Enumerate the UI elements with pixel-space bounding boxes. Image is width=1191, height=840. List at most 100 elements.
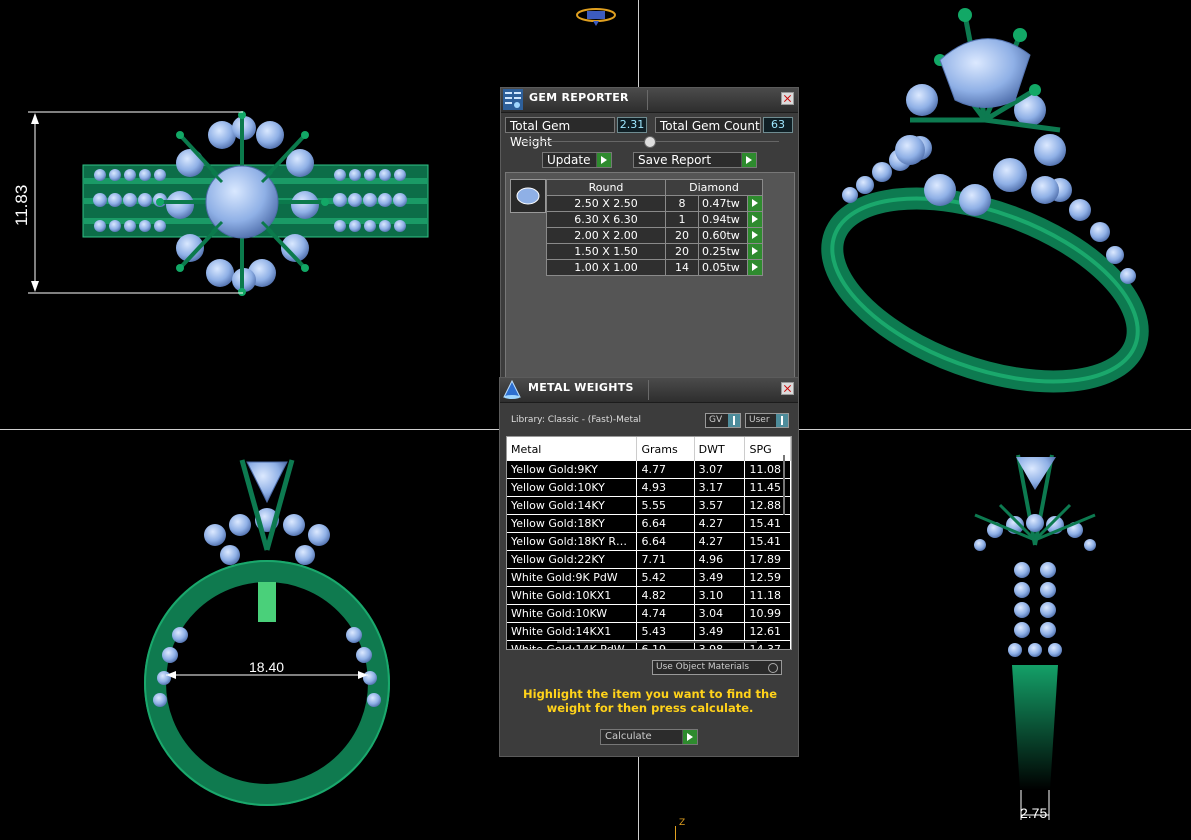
gem-count: 14	[665, 259, 699, 276]
metal-grams: 5.55	[636, 496, 695, 515]
gem-row-go-button[interactable]	[747, 259, 763, 276]
splitter-knob-icon[interactable]	[644, 136, 656, 148]
gem-material-header: Diamond	[665, 179, 763, 196]
gem-row-go-button[interactable]	[747, 227, 763, 244]
use-object-materials-label: Use Object Materials	[656, 662, 750, 672]
metal-grams: 4.74	[636, 604, 695, 623]
grams-col-header[interactable]: Grams	[636, 437, 695, 461]
metal-dwt: 4.96	[694, 550, 746, 569]
height-dimension-label: 11.83	[12, 185, 31, 226]
metal-name: White Gold:10KW	[507, 604, 638, 623]
metal-row[interactable]: Yellow Gold:18KY R… 6.64 4.27 15.41	[507, 532, 791, 551]
metal-name: Yellow Gold:22KY	[507, 550, 638, 569]
metal-list[interactable]: Metal Grams DWT SPG Yellow Gold:9KY 4.77 3…	[506, 436, 792, 650]
gem-thumbnail[interactable]	[510, 179, 546, 213]
dwt-col-header[interactable]: DWT	[694, 437, 746, 461]
metal-row[interactable]: White Gold:14KX1 5.43 3.49 12.61	[507, 622, 791, 641]
metal-row[interactable]: Yellow Gold:10KY 4.93 3.17 11.45	[507, 478, 791, 497]
metal-weights-titlebar[interactable]: METAL WEIGHTS	[500, 378, 798, 403]
metal-col-header[interactable]: Metal	[507, 437, 638, 461]
gem-weight: 0.60tw	[698, 227, 748, 244]
save-report-button[interactable]: Save Report	[633, 152, 757, 168]
metal-row[interactable]: Yellow Gold:9KY 4.77 3.07 11.08	[507, 461, 791, 479]
metal-row[interactable]: White Gold:9K PdW 5.42 3.49 12.59	[507, 568, 791, 587]
total-gem-weight-value: 2.31	[617, 117, 647, 133]
axis-z-label: Z	[679, 818, 686, 828]
gv-toggle[interactable]: GV	[705, 413, 741, 428]
use-object-materials-toggle[interactable]: Use Object Materials	[652, 660, 782, 675]
metal-weights-close-button[interactable]	[781, 382, 794, 395]
metal-grams: 6.64	[636, 532, 695, 551]
metal-spg: 11.18	[744, 586, 791, 605]
toggle-icon	[776, 414, 788, 427]
metal-spg: 12.59	[744, 568, 791, 587]
metal-weights-icon	[503, 379, 521, 399]
metal-weights-hint: Highlight the item you want to find the …	[523, 687, 777, 715]
play-icon	[596, 153, 611, 167]
gem-size: 2.00 X 2.00	[546, 227, 666, 244]
metal-dwt: 3.17	[694, 478, 746, 497]
width-dimension-label: 18.40	[249, 659, 284, 675]
gem-row-go-button[interactable]	[747, 195, 763, 212]
metal-spg: 15.41	[744, 514, 791, 533]
metal-grams: 5.42	[636, 568, 695, 587]
viewport-side[interactable]: 2.75	[960, 445, 1120, 835]
metal-row[interactable]: Yellow Gold:18KY 6.64 4.27 15.41	[507, 514, 791, 533]
gem-row[interactable]: 2.50 X 2.50 8 0.47tw	[546, 195, 763, 212]
radio-icon	[768, 663, 778, 673]
gem-reporter-titlebar[interactable]: GEM REPORTER	[501, 88, 798, 113]
play-icon	[741, 153, 756, 167]
library-label: Library: Classic - (Fast)-Metal	[511, 415, 642, 425]
metal-grams: 4.93	[636, 478, 695, 497]
gem-row[interactable]: 2.00 X 2.00 20 0.60tw	[546, 227, 763, 244]
metal-list-vertical-scrollbar[interactable]	[783, 455, 785, 515]
gem-reporter-close-button[interactable]	[781, 92, 794, 105]
axis-indicator: Z	[675, 818, 687, 840]
gem-count: 1	[665, 211, 699, 228]
gem-row-go-button[interactable]	[747, 211, 763, 228]
metal-dwt: 3.49	[694, 622, 746, 641]
viewport-perspective[interactable]	[810, 0, 1191, 420]
gv-toggle-label: GV	[709, 415, 723, 425]
metal-dwt: 3.04	[694, 604, 746, 623]
metal-name: Yellow Gold:10KY	[507, 478, 638, 497]
metal-spg: 10.99	[744, 604, 791, 623]
metal-dwt: 3.07	[694, 461, 746, 479]
play-icon	[682, 730, 697, 744]
viewport-top[interactable]: 11.83	[0, 0, 500, 420]
calculate-button[interactable]: Calculate	[600, 729, 698, 745]
metal-row[interactable]: White Gold:10KW 4.74 3.04 10.99	[507, 604, 791, 623]
gem-row[interactable]: 1.00 X 1.00 14 0.05tw	[546, 259, 763, 276]
viewport-front[interactable]: 18.40	[130, 440, 410, 810]
metal-dwt: 4.27	[694, 514, 746, 533]
splitter-handle[interactable]	[521, 136, 779, 148]
gem-row-go-button[interactable]	[747, 243, 763, 260]
update-button-label: Update	[547, 153, 591, 167]
gem-count: 20	[665, 243, 699, 260]
gem-weight: 0.94tw	[698, 211, 748, 228]
user-toggle[interactable]: User	[745, 413, 789, 428]
metal-row[interactable]: Yellow Gold:14KY 5.55 3.57 12.88	[507, 496, 791, 515]
gem-reporter-panel: GEM REPORTER Total Gem Weight 2.31 Total…	[500, 87, 799, 379]
gem-count: 20	[665, 227, 699, 244]
round-gem-icon	[516, 187, 540, 205]
metal-row[interactable]: White Gold:10KX1 4.82 3.10 11.18	[507, 586, 791, 605]
metal-name: Yellow Gold:14KY	[507, 496, 638, 515]
gem-row[interactable]: 1.50 X 1.50 20 0.25tw	[546, 243, 763, 260]
gem-weight: 0.05tw	[698, 259, 748, 276]
gem-row[interactable]: 6.30 X 6.30 1 0.94tw	[546, 211, 763, 228]
update-button[interactable]: Update	[542, 152, 612, 168]
metal-name: White Gold:9K PdW	[507, 568, 638, 587]
metal-row[interactable]: Yellow Gold:22KY 7.71 4.96 17.89	[507, 550, 791, 569]
metal-spg: 15.41	[744, 532, 791, 551]
metal-grams: 6.64	[636, 514, 695, 533]
gem-size: 1.00 X 1.00	[546, 259, 666, 276]
metal-name: White Gold:10KX1	[507, 586, 638, 605]
metal-grams: 4.82	[636, 586, 695, 605]
total-gem-count-value: 63	[763, 117, 793, 133]
metal-list-horizontal-scrollbar[interactable]	[557, 641, 757, 643]
gem-reporter-title: GEM REPORTER	[529, 91, 629, 104]
gem-size: 2.50 X 2.50	[546, 195, 666, 212]
save-report-label: Save Report	[638, 153, 712, 167]
gem-size: 1.50 X 1.50	[546, 243, 666, 260]
